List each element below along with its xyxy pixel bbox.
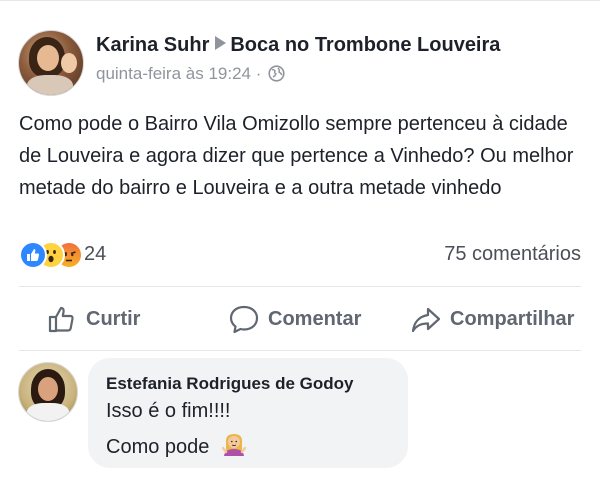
top-divider bbox=[0, 0, 600, 1]
post-body: Como pode o Bairro Vila Omizollo sempre … bbox=[19, 113, 574, 199]
reaction-count[interactable]: 24 bbox=[84, 243, 106, 266]
thumbs-up-icon bbox=[48, 306, 74, 333]
post-meta: quinta-feira às 19:24 · bbox=[96, 64, 285, 84]
speech-bubble-icon bbox=[229, 305, 259, 334]
share-label: Compartilhar bbox=[450, 307, 575, 330]
divider bbox=[19, 286, 581, 287]
triangle-right-icon bbox=[215, 36, 227, 50]
comment-button[interactable]: Comentar bbox=[228, 302, 361, 336]
comment-text: Como pode bbox=[106, 436, 210, 458]
share-button[interactable]: Compartilhar bbox=[410, 302, 574, 336]
commenter-avatar[interactable] bbox=[18, 362, 78, 422]
post-timestamp[interactable]: quinta-feira às 19:24 · bbox=[96, 64, 261, 83]
woman-shrugging-emoji-icon bbox=[221, 434, 247, 456]
comment-text-line: Isso é o fim!!!! bbox=[106, 400, 231, 422]
post-header: Karina Suhr Boca no Trombone Louveira bbox=[96, 34, 500, 57]
comments-count-link[interactable]: 75 comentários bbox=[444, 243, 581, 266]
comment-label: Comentar bbox=[268, 307, 362, 330]
globe-icon bbox=[268, 65, 285, 82]
group-name[interactable]: Boca no Trombone Louveira bbox=[230, 34, 500, 56]
author-name[interactable]: Karina Suhr bbox=[96, 34, 209, 56]
author-avatar[interactable] bbox=[18, 30, 84, 96]
like-reaction-icon bbox=[19, 241, 47, 269]
like-button[interactable]: Curtir bbox=[46, 302, 140, 336]
commenter-name[interactable]: Estefania Rodrigues de Godoy bbox=[106, 374, 354, 394]
share-arrow-icon bbox=[411, 307, 441, 333]
like-label: Curtir bbox=[86, 307, 141, 330]
divider bbox=[19, 350, 581, 351]
comment-text-line: Como pode bbox=[106, 431, 247, 459]
